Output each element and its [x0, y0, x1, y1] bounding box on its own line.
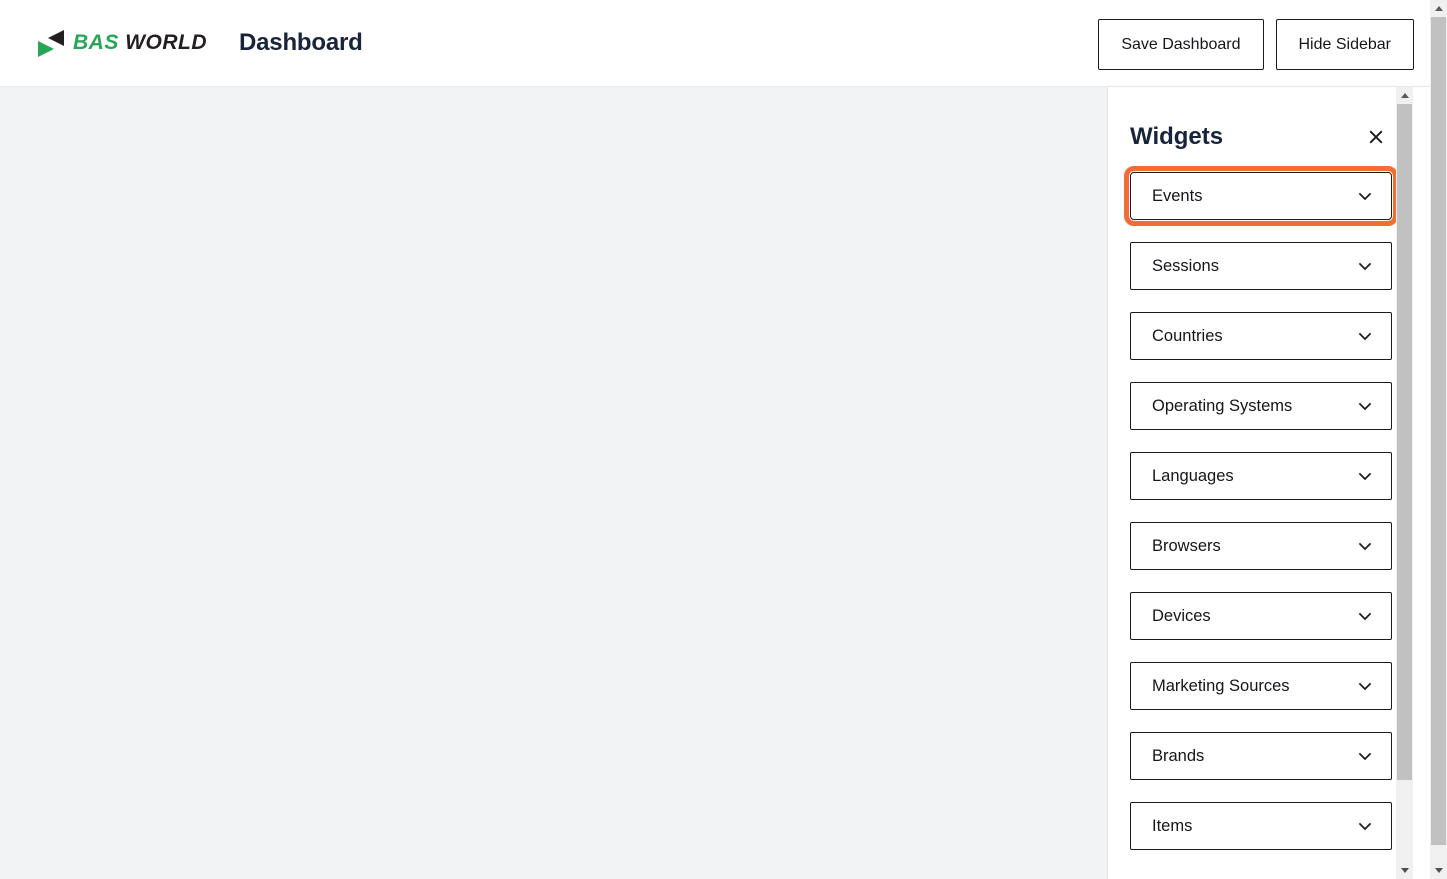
- widgets-sidebar-header: Widgets: [1108, 87, 1414, 151]
- widget-item-browsers[interactable]: Browsers: [1130, 522, 1392, 570]
- chevron-down-icon: [1357, 188, 1373, 204]
- save-dashboard-button[interactable]: Save Dashboard: [1098, 19, 1264, 70]
- widget-item-label: Countries: [1152, 326, 1223, 345]
- widget-item-label: Languages: [1152, 466, 1234, 485]
- widget-item-label: Browsers: [1152, 536, 1221, 555]
- close-icon[interactable]: [1365, 126, 1387, 148]
- widget-list: Events Sessions Countries Operating Syst…: [1108, 151, 1414, 850]
- widget-item-label: Devices: [1152, 606, 1211, 625]
- sidebar-scroll-down-button[interactable]: [1396, 862, 1413, 879]
- brand-name-world: WORLD: [125, 31, 208, 54]
- sidebar-scrollbar-thumb[interactable]: [1397, 104, 1412, 780]
- page-scrollbar-thumb[interactable]: [1431, 17, 1446, 845]
- page-scroll-down-button[interactable]: [1430, 862, 1447, 879]
- chevron-down-icon: [1357, 398, 1373, 414]
- logo-triangle-green: [38, 41, 54, 57]
- widget-item-label: Items: [1152, 816, 1193, 835]
- sidebar-scroll-up-button[interactable]: [1396, 87, 1413, 104]
- chevron-down-icon: [1357, 328, 1373, 344]
- app-header: BAS WORLD Dashboard Save Dashboard Hide …: [0, 0, 1430, 87]
- widget-item-label: Brands: [1152, 746, 1205, 765]
- widget-item-sessions[interactable]: Sessions: [1130, 242, 1392, 290]
- hide-sidebar-button[interactable]: Hide Sidebar: [1275, 19, 1414, 70]
- chevron-down-icon: [1357, 258, 1373, 274]
- chevron-down-icon: [1357, 748, 1373, 764]
- widgets-sidebar: Widgets Events Sessions Countries Operat…: [1107, 87, 1430, 879]
- bas-world-logo-icon: [36, 28, 66, 58]
- chevron-down-icon: [1434, 868, 1443, 873]
- widgets-sidebar-scroll-content: Widgets Events Sessions Countries Operat…: [1108, 87, 1414, 879]
- widget-item-events[interactable]: Events: [1124, 166, 1398, 226]
- widget-item-label: Operating Systems: [1152, 396, 1293, 415]
- widget-item-devices[interactable]: Devices: [1130, 592, 1392, 640]
- sidebar-scrollbar[interactable]: [1396, 87, 1413, 879]
- widgets-panel-title: Widgets: [1130, 123, 1224, 150]
- widget-item-operating-systems[interactable]: Operating Systems: [1130, 382, 1392, 430]
- widget-item-label: Marketing Sources: [1152, 676, 1290, 695]
- page-scrollbar[interactable]: [1430, 0, 1447, 879]
- widget-item-brands[interactable]: Brands: [1130, 732, 1392, 780]
- widget-item-marketing-sources[interactable]: Marketing Sources: [1130, 662, 1392, 710]
- widget-item-label: Events: [1152, 186, 1203, 205]
- dashboard-canvas: Widgets Events Sessions Countries Operat…: [0, 87, 1430, 879]
- widget-item-languages[interactable]: Languages: [1130, 452, 1392, 500]
- chevron-down-icon: [1357, 468, 1373, 484]
- chevron-down-icon: [1357, 608, 1373, 624]
- chevron-down-icon: [1357, 818, 1373, 834]
- dashboard-page: BAS WORLD Dashboard Save Dashboard Hide …: [0, 0, 1447, 879]
- brand-name-bas: BAS: [73, 31, 119, 54]
- chevron-up-icon: [1434, 6, 1443, 11]
- widget-item-label: Sessions: [1152, 256, 1219, 275]
- brand-logo[interactable]: BAS WORLD: [36, 28, 207, 58]
- header-actions: Save Dashboard Hide Sidebar: [1098, 19, 1414, 70]
- chevron-down-icon: [1357, 678, 1373, 694]
- chevron-down-icon: [1357, 538, 1373, 554]
- widget-item-countries[interactable]: Countries: [1130, 312, 1392, 360]
- widget-item-items[interactable]: Items: [1130, 802, 1392, 850]
- chevron-down-icon: [1400, 868, 1409, 873]
- brand-wordmark: BAS WORLD: [73, 31, 207, 55]
- chevron-up-icon: [1400, 93, 1409, 98]
- page-scroll-up-button[interactable]: [1430, 0, 1447, 17]
- page-title: Dashboard: [239, 29, 363, 56]
